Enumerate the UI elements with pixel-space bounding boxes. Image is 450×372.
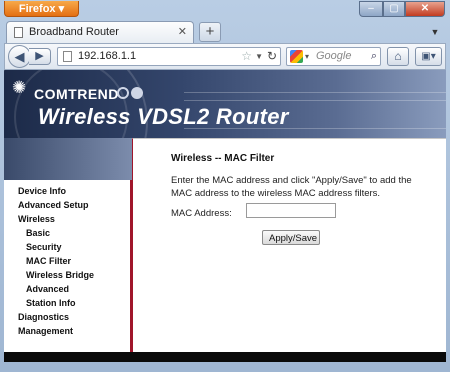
footer-bar [4,352,446,362]
sidebar-item-diagnostics[interactable]: Diagnostics [18,312,69,322]
addons-button[interactable]: ▣▾ [415,47,442,66]
sidebar-item-advanced-setup[interactable]: Advanced Setup [18,200,89,210]
brand-name: COMTREND [34,86,119,102]
sidebar-item-advanced[interactable]: Advanced [26,284,69,294]
sidebar-item-management[interactable]: Management [18,326,73,336]
banner-stripe [184,92,446,93]
window-controls: – ▢ ✕ [359,1,445,17]
page-icon [63,51,72,62]
brand-dots [117,87,145,99]
search-icon[interactable]: ⌕ [371,48,377,65]
circle-icon [117,87,129,99]
tab-title: Broadband Router [29,26,119,38]
sidebar-header [4,138,132,180]
bookmark-star-icon[interactable]: ☆ [241,48,252,65]
instructions-text: Enter the MAC address and click "Apply/S… [171,175,412,199]
sidebar-item-mac-filter[interactable]: MAC Filter [26,256,71,266]
sidebar-item-station-info[interactable]: Station Info [26,298,76,308]
firefox-menu-button[interactable]: Firefox ▾ [4,1,79,17]
page-title: Wireless -- MAC Filter [171,153,275,164]
history-dropdown-icon[interactable]: ▼ [255,48,263,65]
router-banner: ✺ COMTREND Wireless VDSL2 Router [4,70,446,204]
url-text: 192.168.1.1 [78,50,137,62]
sidebar-menu: Device Info Advanced Setup Wireless Basi… [4,180,132,352]
maximize-button[interactable]: ▢ [383,1,405,17]
home-button[interactable]: ⌂ [387,47,409,66]
sidebar-item-basic[interactable]: Basic [26,228,50,238]
navigation-toolbar: ◀ ▶ 192.168.1.1 ☆ ▼ ↻ ▾ Google ⌕ ⌂ ▣▾ [4,43,446,70]
sidebar-item-wireless[interactable]: Wireless [18,214,55,224]
url-bar[interactable]: 192.168.1.1 ☆ ▼ ↻ [57,47,281,66]
forward-arrow-icon: ▶ [35,50,44,62]
google-engine-icon[interactable] [290,50,303,63]
router-headline: Wireless VDSL2 Router [38,104,289,129]
close-button[interactable]: ✕ [405,1,445,17]
minimize-button[interactable]: – [359,1,383,17]
tab-close-icon[interactable]: ✕ [178,22,187,43]
home-icon: ⌂ [394,49,402,63]
search-bar[interactable]: ▾ Google ⌕ [286,47,381,66]
new-tab-button[interactable]: + [199,22,221,42]
sidebar-item-device-info[interactable]: Device Info [18,186,66,196]
banner-stripe [184,100,446,101]
reload-icon[interactable]: ↻ [267,48,277,65]
tab-list-icon[interactable]: ▼ [428,25,442,39]
back-arrow-icon: ◀ [14,49,25,64]
sidebar-item-wireless-bridge[interactable]: Wireless Bridge [26,270,94,280]
page-icon [14,27,23,38]
engine-dropdown-icon[interactable]: ▾ [305,48,309,65]
mac-address-input[interactable] [246,203,336,218]
search-placeholder: Google [316,50,352,62]
sidebar-item-security[interactable]: Security [26,242,62,252]
circle-icon [131,87,143,99]
mac-filter-panel: Wireless -- MAC Filter Enter the MAC add… [132,138,446,353]
mac-address-label: MAC Address: [171,208,232,219]
comtrend-logo-icon: ✺ [12,78,27,97]
firefox-menu-label: Firefox [18,3,56,15]
browser-window: Firefox ▾ – ▢ ✕ Broadband Router ✕ + ▼ ◀… [0,0,450,372]
tab-broadband-router[interactable]: Broadband Router ✕ [6,21,194,43]
apply-save-button[interactable]: Apply/Save [262,230,320,245]
forward-button[interactable]: ▶ [29,48,51,65]
back-button[interactable]: ◀ [8,45,31,68]
addons-icon: ▣▾ [421,51,436,62]
page-content: ✺ COMTREND Wireless VDSL2 Router Device … [4,70,446,362]
